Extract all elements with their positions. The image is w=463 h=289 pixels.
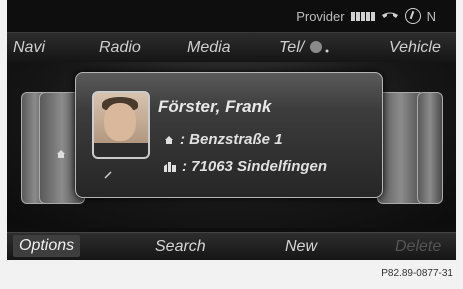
provider-label: Provider (296, 8, 345, 24)
phone-icon (381, 12, 398, 18)
menu-media[interactable]: Media (187, 39, 231, 57)
house-icon (57, 150, 65, 158)
contact-card[interactable]: Förster, Frank : Benzstraße 1 : 71063 Si… (75, 72, 383, 198)
contact-photo (92, 91, 150, 159)
city-icon (164, 161, 176, 172)
menu-vehicle[interactable]: Vehicle (389, 39, 441, 57)
options-button[interactable]: Options (13, 235, 81, 257)
next-card-back[interactable] (417, 92, 443, 204)
softkey-bar: Options Search New Delete (7, 232, 456, 260)
scroll-indicator-icon (104, 171, 112, 179)
main-menu-bar: Navi Radio Media Tel/ Vehicle (7, 32, 456, 64)
house-icon (165, 135, 173, 144)
delete-button[interactable]: Delete (395, 238, 441, 256)
new-button[interactable]: New (285, 238, 317, 256)
status-letter: N (426, 8, 436, 24)
contact-street-row: : Benzstraße 1 (164, 131, 283, 148)
menu-navi[interactable]: Navi (13, 39, 45, 57)
contact-street: : Benzstraße 1 (180, 131, 283, 148)
display-screen: Provider N Navi Radio Media Tel/ Vehicle (7, 0, 456, 260)
contact-city: : 71063 Sindelfingen (182, 158, 328, 175)
contact-city-row: : 71063 Sindelfingen (164, 158, 327, 175)
signal-bars-icon (350, 11, 375, 21)
menu-tel-label: Tel/ (279, 39, 305, 56)
contact-carousel: Förster, Frank : Benzstraße 1 : 71063 Si… (7, 62, 456, 228)
compass-icon (404, 8, 421, 24)
bluetooth-icon (309, 41, 329, 53)
figure-code: P82.89-0877-31 (381, 268, 453, 279)
menu-radio[interactable]: Radio (99, 39, 141, 57)
status-bar: Provider N (296, 4, 436, 28)
contact-name: Förster, Frank (158, 97, 272, 116)
menu-tel[interactable]: Tel/ (279, 39, 331, 57)
search-button[interactable]: Search (155, 238, 206, 256)
